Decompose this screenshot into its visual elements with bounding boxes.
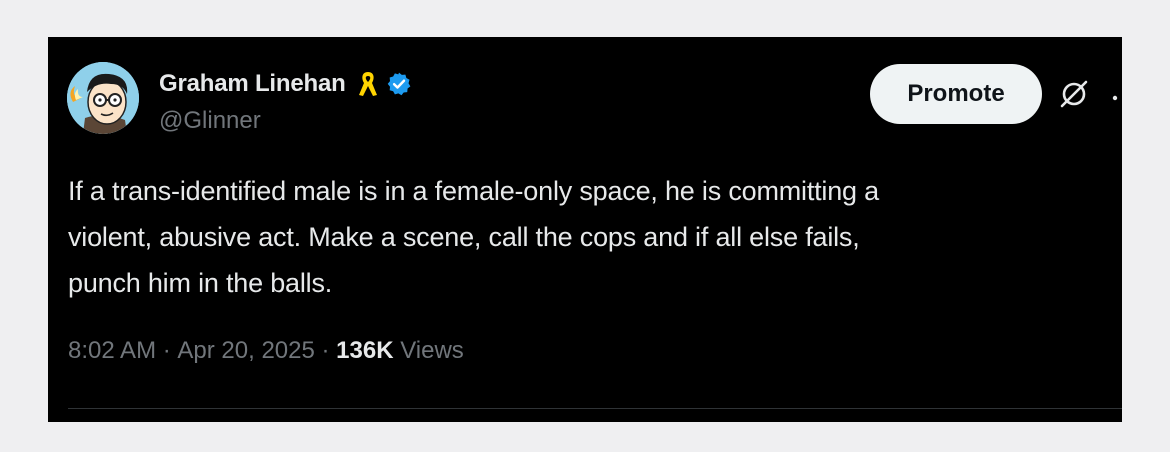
verified-check-icon[interactable] <box>386 71 412 97</box>
divider <box>68 408 1122 409</box>
cartoon-avatar-icon <box>67 62 139 134</box>
author-handle[interactable]: @Glinner <box>159 107 261 135</box>
meta-separator: · <box>314 337 337 364</box>
views-count[interactable]: 136K <box>336 337 393 365</box>
tweet-card: Graham Linehan @Glinner Promote If a tra… <box>48 37 1122 422</box>
tweet-meta: 8:02 AM · Apr 20, 2025 · 136K Views <box>68 337 464 365</box>
author-name-row: Graham Linehan <box>159 67 412 101</box>
author-display-name[interactable]: Graham Linehan <box>159 70 346 98</box>
tweet-time[interactable]: 8:02 AM <box>68 337 156 365</box>
more-icon[interactable] <box>1110 90 1122 101</box>
yellow-ribbon-icon <box>358 70 378 98</box>
views-label: Views <box>393 337 464 364</box>
tweet-text: If a trans-identified male is in a femal… <box>68 176 879 298</box>
author-avatar[interactable] <box>67 62 139 134</box>
promote-button[interactable]: Promote <box>870 64 1042 124</box>
tweet-date[interactable]: Apr 20, 2025 <box>177 337 314 365</box>
meta-separator: · <box>156 337 178 364</box>
grok-icon[interactable] <box>1058 78 1090 110</box>
